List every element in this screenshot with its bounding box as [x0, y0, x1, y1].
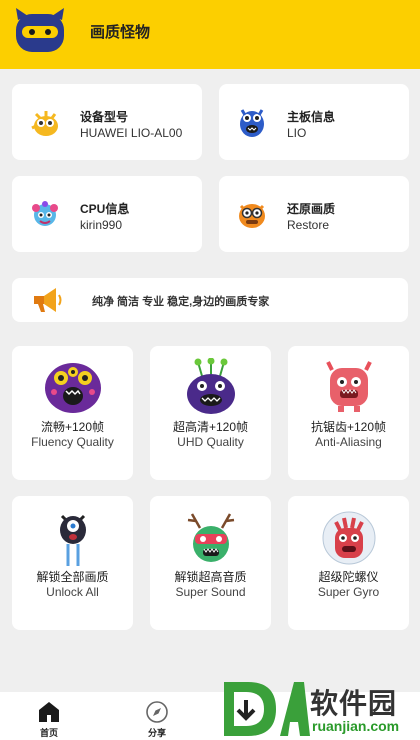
info-title: CPU信息 — [80, 202, 130, 216]
info-value: Restore — [287, 218, 330, 232]
super-gyro-card[interactable]: 超级陀螺仪 Super Gyro — [288, 496, 409, 630]
fluffy-monster-icon — [32, 201, 58, 226]
restore-card[interactable]: 还原画质 Restore — [219, 176, 409, 252]
feature-subtitle: Fluency Quality — [31, 435, 114, 449]
feature-subtitle: Unlock All — [46, 585, 99, 599]
board-info-card[interactable]: 主板信息 LIO — [219, 84, 409, 160]
feature-title: 解锁超高音质 — [174, 570, 247, 584]
anti-aliasing-card[interactable]: 抗锯齿+120帧 Anti-Aliasing — [288, 346, 409, 480]
info-value: HUAWEI LIO-AL00 — [80, 126, 183, 140]
megaphone-icon — [34, 288, 62, 312]
tab-share[interactable]: 分享 — [117, 692, 197, 740]
one-eye-monster-icon — [60, 514, 86, 566]
watermark-logo-icon — [224, 682, 310, 736]
super-sound-card[interactable]: 解锁超高音质 Super Sound — [150, 496, 271, 630]
feature-subtitle: Anti-Aliasing — [315, 435, 382, 449]
info-title: 设备型号 — [80, 110, 129, 124]
antler-monster-icon — [187, 513, 235, 562]
info-value: kirin990 — [80, 218, 123, 232]
blue-monster-icon — [240, 109, 264, 137]
compass-icon — [146, 701, 168, 723]
tab-home[interactable]: 首页 — [9, 692, 89, 740]
feature-subtitle: UHD Quality — [177, 435, 244, 449]
antenna-monster-icon — [187, 358, 235, 414]
info-title: 还原画质 — [287, 202, 336, 216]
purple-monster-icon — [45, 363, 101, 413]
feature-title: 超级陀螺仪 — [318, 570, 379, 584]
uhd-quality-card[interactable]: 超高清+120帧 UHD Quality — [150, 346, 271, 480]
tab-label: 分享 — [147, 728, 166, 738]
app-logo-icon — [16, 8, 64, 52]
tab-label: 首页 — [39, 728, 58, 738]
watermark: 软件园 ruanjian.com — [218, 678, 420, 740]
info-title: 主板信息 — [287, 110, 336, 124]
orange-monster-icon — [239, 204, 265, 228]
cpu-info-card[interactable]: CPU信息 kirin990 — [12, 176, 202, 252]
device-model-card[interactable]: 设备型号 HUAWEI LIO-AL00 — [12, 84, 202, 160]
watermark-text: 软件园 — [310, 688, 398, 719]
red-monster-icon — [322, 511, 376, 565]
feature-subtitle: Super Gyro — [317, 585, 380, 599]
info-value: LIO — [287, 126, 307, 140]
home-icon — [39, 702, 59, 722]
app-title: 画质怪物 — [90, 24, 151, 41]
feature-title: 抗锯齿+120帧 — [310, 420, 387, 434]
watermark-url: ruanjian.com — [312, 718, 400, 734]
unlock-all-card[interactable]: 解锁全部画质 Unlock All — [12, 496, 133, 630]
feature-title: 解锁全部画质 — [36, 570, 109, 584]
feature-title: 流畅+120帧 — [40, 420, 105, 434]
feature-subtitle: Super Sound — [175, 585, 246, 599]
fluency-quality-card[interactable]: 流畅+120帧 Fluency Quality — [12, 346, 133, 480]
app-header: 画质怪物 — [0, 0, 420, 69]
chick-monster-icon — [31, 111, 58, 136]
pink-monster-icon — [326, 361, 372, 412]
slogan-text: 纯净 简洁 专业 稳定,身边的画质专家 — [92, 296, 270, 308]
slogan-banner: 纯净 简洁 专业 稳定,身边的画质专家 — [12, 278, 408, 322]
feature-title: 超高清+120帧 — [172, 420, 249, 434]
